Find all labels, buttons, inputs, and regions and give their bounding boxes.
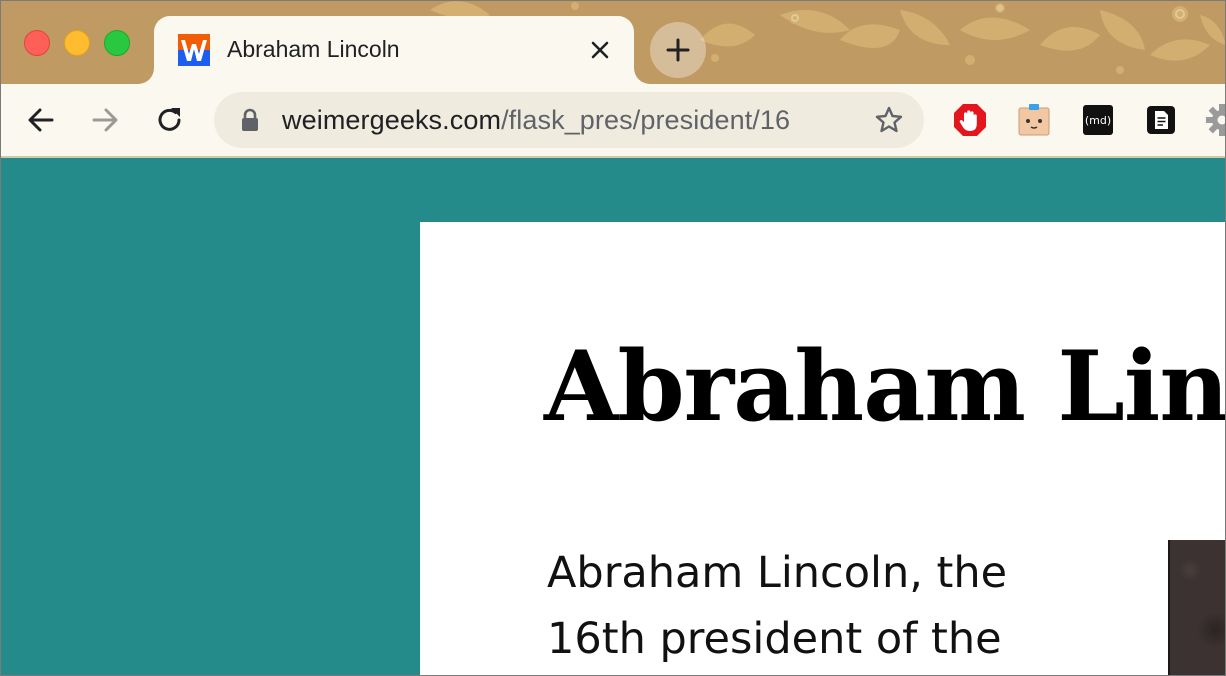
reload-icon bbox=[158, 108, 181, 131]
weimergeeks-w-icon bbox=[178, 34, 210, 66]
reload-button[interactable] bbox=[152, 102, 188, 138]
plus-icon bbox=[666, 38, 690, 62]
tab-strip: Abraham Lincoln bbox=[0, 0, 1226, 84]
face-extension-icon bbox=[1018, 104, 1050, 136]
adblock-extension-button[interactable] bbox=[952, 102, 988, 138]
bookmark-star-icon[interactable] bbox=[874, 105, 904, 135]
url-host: weimergeeks.com bbox=[282, 105, 502, 135]
forward-button[interactable] bbox=[87, 102, 123, 138]
close-icon bbox=[591, 41, 609, 59]
tab-title: Abraham Lincoln bbox=[227, 36, 400, 62]
adblock-hand-icon bbox=[954, 104, 986, 136]
window-maximize-button[interactable] bbox=[104, 30, 130, 56]
window-minimize-button[interactable] bbox=[64, 30, 90, 56]
url-path: /flask_pres/president/16 bbox=[501, 105, 791, 135]
settings-extension-button[interactable] bbox=[1204, 102, 1226, 138]
lock-icon bbox=[242, 108, 258, 131]
browser-toolbar: weimergeeks.com/flask_pres/president/16 … bbox=[0, 84, 1226, 158]
page-heading: Abraham Lincoln bbox=[544, 330, 1226, 443]
face-extension-button[interactable] bbox=[1016, 102, 1052, 138]
markdown-extension-button[interactable]: (md) bbox=[1080, 102, 1116, 138]
arrow-left-icon bbox=[28, 108, 54, 132]
tab-close-button[interactable] bbox=[588, 38, 612, 62]
window-close-button[interactable] bbox=[24, 30, 50, 56]
document-extension-button[interactable] bbox=[1143, 102, 1179, 138]
url-text[interactable]: weimergeeks.com/flask_pres/president/16 bbox=[282, 105, 790, 136]
markdown-md-icon: (md) bbox=[1083, 105, 1113, 135]
content-card: Abraham Lincoln Abraham Lincoln, the 16t… bbox=[420, 222, 1226, 676]
address-bar[interactable]: weimergeeks.com/flask_pres/president/16 bbox=[214, 92, 924, 148]
document-icon bbox=[1147, 106, 1175, 134]
president-portrait-image bbox=[1168, 540, 1226, 676]
back-button[interactable] bbox=[23, 102, 59, 138]
president-description: Abraham Lincoln, the 16th president of t… bbox=[547, 548, 1008, 664]
arrow-right-icon bbox=[92, 108, 118, 132]
gear-icon bbox=[1206, 104, 1226, 136]
new-tab-button[interactable] bbox=[650, 22, 706, 78]
tab-abraham-lincoln[interactable]: Abraham Lincoln bbox=[154, 16, 634, 84]
